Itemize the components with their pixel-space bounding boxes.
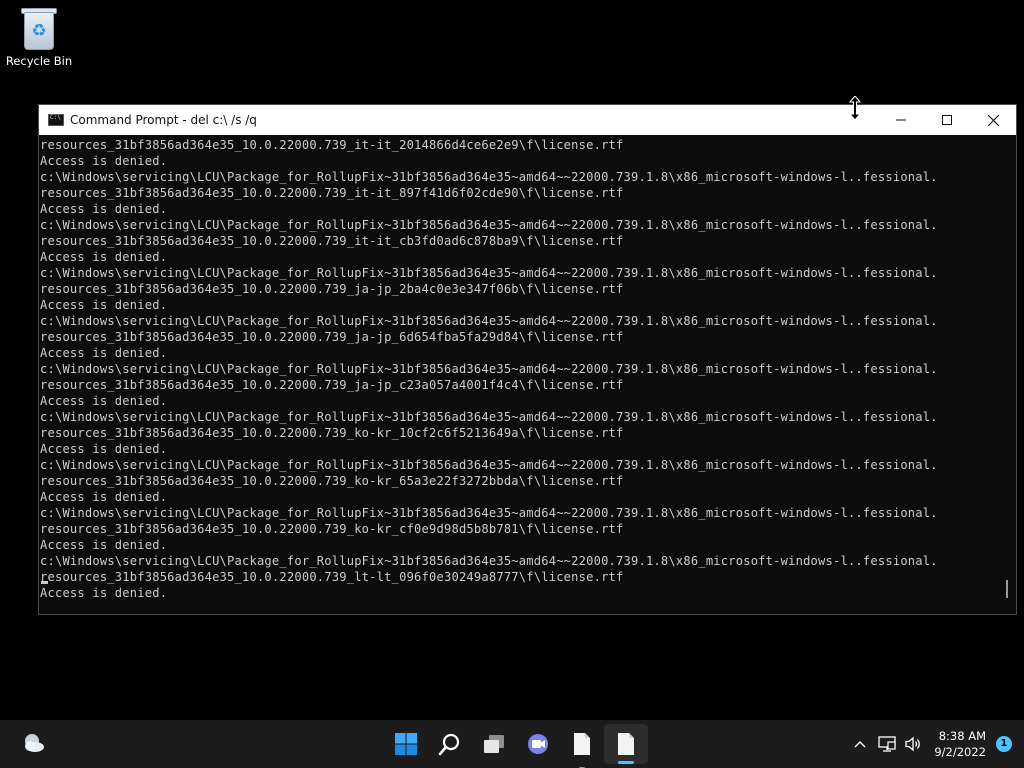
- search-icon: [438, 733, 460, 756]
- console-line: resources_31bf3856ad364e35_10.0.22000.73…: [40, 234, 624, 248]
- windows-logo-icon: [395, 733, 417, 755]
- taskbar-apps: [384, 720, 648, 768]
- show-hidden-icons-button[interactable]: [846, 720, 874, 768]
- close-icon: [987, 114, 999, 126]
- console-line: Access is denied.: [40, 490, 168, 504]
- console-line: c:\Windows\servicing\LCU\Package_for_Rol…: [40, 458, 938, 472]
- cmd-icon: [48, 114, 64, 126]
- weather-widget[interactable]: [20, 730, 48, 758]
- chevron-up-icon: [854, 741, 866, 748]
- console-line: Access is denied.: [40, 298, 168, 312]
- console-line: c:\Windows\servicing\LCU\Package_for_Rol…: [40, 266, 938, 280]
- window-controls: [878, 105, 1016, 135]
- task-view-icon: [484, 735, 504, 753]
- console-line: c:\Windows\servicing\LCU\Package_for_Rol…: [40, 410, 938, 424]
- console-line: c:\Windows\servicing\LCU\Package_for_Rol…: [40, 170, 938, 184]
- cmd-app-button[interactable]: [604, 724, 648, 764]
- maximize-icon: [942, 115, 952, 125]
- window-titlebar[interactable]: Command Prompt - del c:\ /s /q: [39, 105, 1016, 135]
- console-output[interactable]: resources_31bf3856ad364e35_10.0.22000.73…: [39, 135, 999, 614]
- search-button[interactable]: [428, 720, 472, 768]
- clock-date: 9/2/2022: [934, 745, 986, 759]
- start-button[interactable]: [384, 720, 428, 768]
- console-line: resources_31bf3856ad364e35_10.0.22000.73…: [40, 522, 624, 536]
- console-line: resources_31bf3856ad364e35_10.0.22000.73…: [40, 378, 624, 392]
- teams-chat-button[interactable]: [516, 720, 560, 768]
- desktop-icon-label: Recycle Bin: [5, 54, 73, 68]
- network-button[interactable]: [874, 720, 900, 768]
- console-line: resources_31bf3856ad364e35_10.0.22000.73…: [40, 570, 624, 584]
- volume-icon: [905, 736, 921, 752]
- console-line: Access is denied.: [40, 586, 168, 600]
- console-line: c:\Windows\servicing\LCU\Package_for_Rol…: [40, 554, 938, 568]
- console-line: resources_31bf3856ad364e35_10.0.22000.73…: [40, 330, 624, 344]
- file-app-button[interactable]: [560, 720, 604, 768]
- minimize-icon: [896, 119, 906, 121]
- system-tray: 8:38 AM 9/2/2022 1: [846, 720, 1024, 768]
- scrollbar-thumb[interactable]: [1006, 580, 1008, 598]
- command-prompt-window: Command Prompt - del c:\ /s /q resources…: [38, 104, 1017, 615]
- console-line: c:\Windows\servicing\LCU\Package_for_Rol…: [40, 218, 938, 232]
- weather-icon: [25, 734, 44, 752]
- network-icon: [878, 736, 896, 752]
- close-button[interactable]: [970, 105, 1016, 135]
- console-line: c:\Windows\servicing\LCU\Package_for_Rol…: [40, 314, 938, 328]
- clock[interactable]: 8:38 AM 9/2/2022: [934, 728, 986, 760]
- resize-cursor-icon: [849, 96, 861, 120]
- console-line: Access is denied.: [40, 538, 168, 552]
- task-view-button[interactable]: [472, 720, 516, 768]
- maximize-button[interactable]: [924, 105, 970, 135]
- recycle-bin-icon: ♻: [20, 6, 58, 50]
- console-line: Access is denied.: [40, 442, 168, 456]
- console-line: c:\Windows\servicing\LCU\Package_for_Rol…: [40, 362, 938, 376]
- active-indicator: [618, 761, 634, 764]
- minimize-button[interactable]: [878, 105, 924, 135]
- notification-badge[interactable]: 1: [996, 736, 1012, 752]
- taskbar: 8:38 AM 9/2/2022 1: [0, 720, 1024, 768]
- vertical-scrollbar[interactable]: [999, 135, 1016, 614]
- desktop-icon-recycle-bin[interactable]: ♻ Recycle Bin: [4, 6, 74, 68]
- document-icon: [618, 733, 634, 755]
- console-line: Access is denied.: [40, 154, 168, 168]
- console-line: Access is denied.: [40, 394, 168, 408]
- console-line: c:\Windows\servicing\LCU\Package_for_Rol…: [40, 506, 938, 520]
- console-line: Access is denied.: [40, 346, 168, 360]
- chat-icon: [528, 734, 548, 754]
- console-line: resources_31bf3856ad364e35_10.0.22000.73…: [40, 186, 624, 200]
- window-title: Command Prompt - del c:\ /s /q: [70, 113, 257, 127]
- clock-time: 8:38 AM: [938, 729, 986, 743]
- console-line: resources_31bf3856ad364e35_10.0.22000.73…: [40, 426, 624, 440]
- document-icon: [574, 733, 590, 755]
- console-line: resources_31bf3856ad364e35_10.0.22000.73…: [40, 138, 624, 152]
- text-cursor: [41, 581, 48, 584]
- console-line: Access is denied.: [40, 250, 168, 264]
- console-line: Access is denied.: [40, 202, 168, 216]
- console-line: resources_31bf3856ad364e35_10.0.22000.73…: [40, 474, 624, 488]
- console-line: resources_31bf3856ad364e35_10.0.22000.73…: [40, 282, 624, 296]
- volume-button[interactable]: [900, 720, 926, 768]
